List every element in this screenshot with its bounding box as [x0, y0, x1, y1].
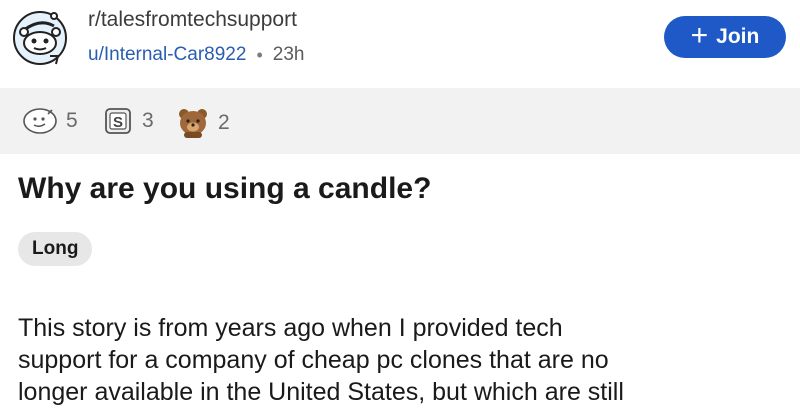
join-button[interactable]: + Join: [664, 16, 786, 58]
awards-bar[interactable]: 5 S 3 2: [0, 88, 800, 154]
post-header: r/talesfromtechsupport u/Internal-Car892…: [0, 0, 800, 86]
award-count: 3: [142, 109, 154, 132]
award-silver[interactable]: S 3: [102, 106, 154, 136]
award-count: 2: [218, 111, 230, 134]
post-body-line: This story is from years ago when I prov…: [18, 314, 563, 342]
post-body-line: longer available in the United States, b…: [18, 378, 624, 406]
subreddit-name[interactable]: r/talesfromtechsupport: [88, 8, 297, 32]
bear-award-icon: [179, 109, 207, 138]
helpful-award-icon: [23, 108, 57, 134]
plus-icon: +: [690, 18, 709, 52]
award-bear[interactable]: 2: [176, 106, 230, 140]
post-body: This story is from years ago when I prov…: [18, 312, 798, 408]
award-helpful[interactable]: 5: [22, 106, 78, 136]
post-time: 23h: [272, 44, 305, 65]
post-flair[interactable]: Long: [18, 232, 93, 266]
author-username[interactable]: u/Internal-Car8922: [88, 44, 246, 66]
silver-award-icon: S: [105, 108, 131, 134]
award-count: 5: [66, 109, 78, 132]
svg-text:S: S: [113, 114, 123, 131]
meta-separator: •: [256, 44, 263, 65]
post-title[interactable]: Why are you using a candle?: [18, 172, 431, 206]
join-button-label: Join: [716, 25, 760, 48]
post-body-line: support for a company of cheap pc clones…: [18, 346, 609, 374]
subreddit-avatar-icon[interactable]: [10, 6, 70, 66]
post-meta: u/Internal-Car8922 • 23h: [88, 44, 304, 66]
